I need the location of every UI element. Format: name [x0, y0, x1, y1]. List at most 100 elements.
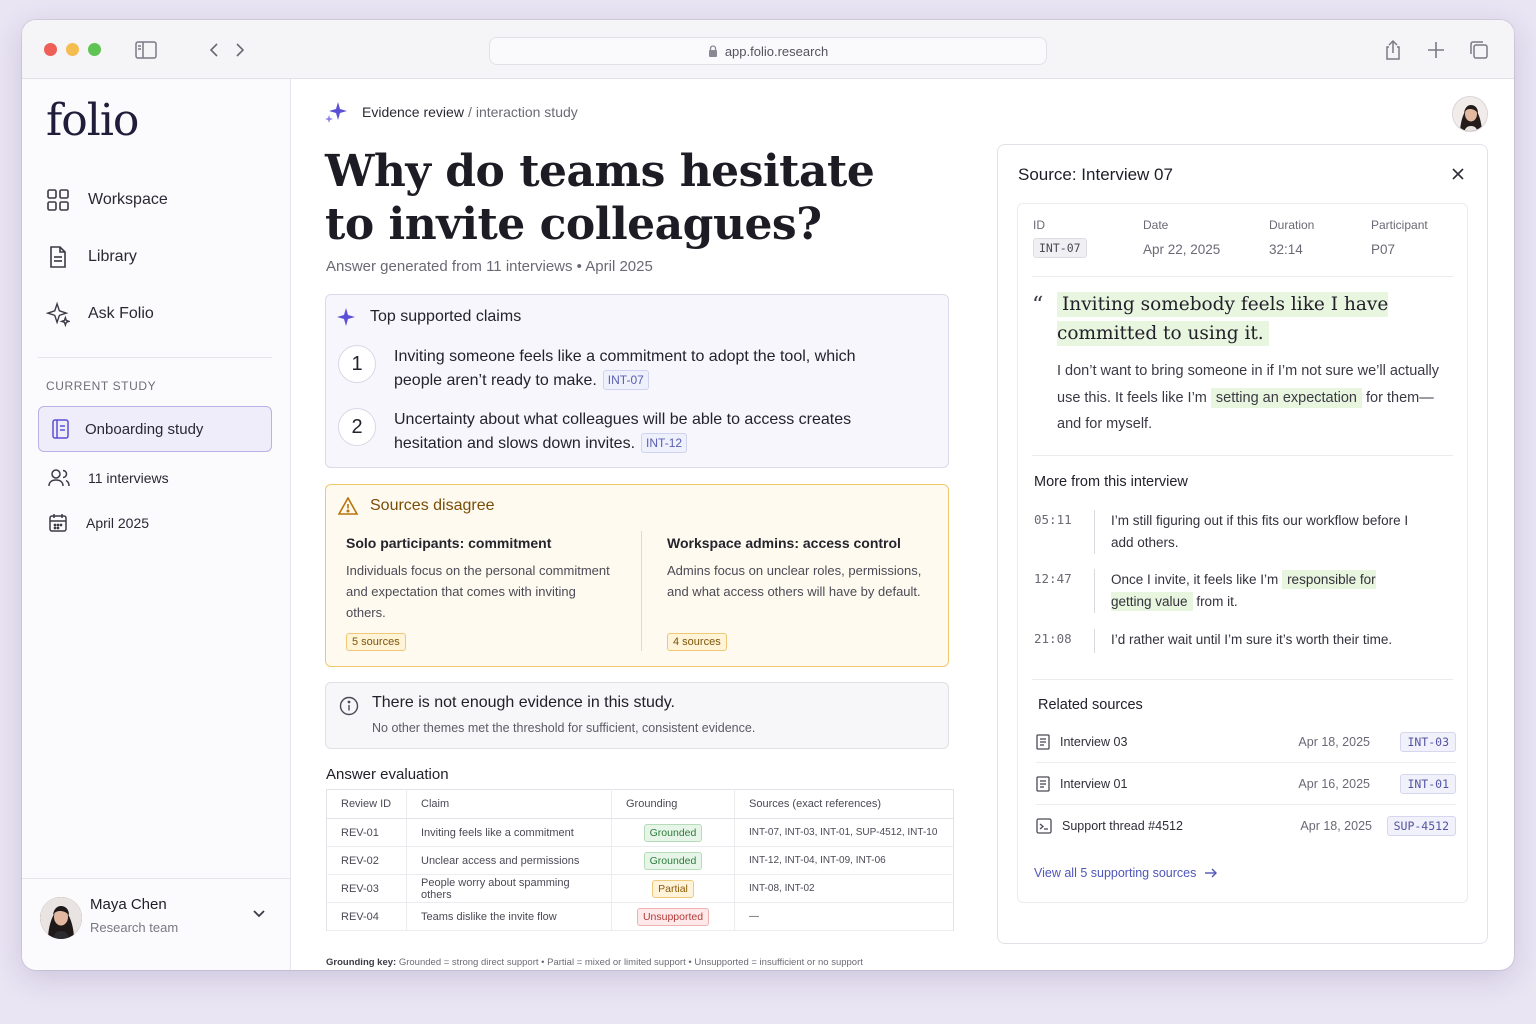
claim-ref-tag[interactable]: INT-12 [641, 433, 688, 453]
claim-text: Uncertainty about what colleagues will b… [394, 411, 852, 453]
grounding-key-label: Grounding key: [326, 957, 397, 968]
meta-label: Date [1143, 218, 1169, 232]
document-icon [50, 246, 66, 268]
related-source-date: Apr 18, 2025 [1298, 734, 1370, 749]
disagree-right-column: Workspace admins: access control Admins … [667, 535, 939, 602]
transcript-excerpt[interactable]: 12:47 Once I invite, it feels like I’m r… [1034, 569, 1454, 613]
profile-avatar[interactable] [1452, 96, 1488, 132]
related-source-tag[interactable]: INT-01 [1400, 773, 1456, 794]
view-all-sources-link[interactable]: View all 5 supporting sources [1034, 866, 1218, 880]
document-icon [1036, 733, 1050, 750]
new-tab-icon[interactable] [1424, 38, 1448, 62]
disagree-divider [641, 531, 642, 651]
view-all-label: View all 5 supporting sources [1034, 866, 1197, 880]
right-sources-badge[interactable]: 4 sources [667, 633, 727, 651]
close-window-button[interactable] [44, 43, 57, 56]
study-date: April 2025 [48, 513, 149, 533]
quote-context: I don’t want to bring someone in if I’m … [1057, 363, 1440, 432]
current-study-button[interactable]: Onboarding study [38, 406, 272, 452]
disagree-left-title: Solo participants: commitment [346, 535, 552, 551]
title-bar: app.folio.research [22, 20, 1514, 79]
tabs-overview-icon[interactable] [1467, 38, 1491, 62]
maximize-window-button[interactable] [88, 43, 101, 56]
nav-ask-folio[interactable]: Ask Folio [44, 294, 270, 334]
disagree-right-title: Workspace admins: access control [667, 535, 901, 551]
interview-participant: P07 [1371, 242, 1396, 257]
evaluation-table: Review ID Claim Grounding Sources (exact… [326, 789, 954, 931]
nav-ask-folio-label: Ask Folio [88, 305, 154, 322]
table-row[interactable]: REV-03 People worry about spamming other… [326, 874, 954, 903]
no-evidence-heading: There is not enough evidence in this stu… [372, 694, 675, 711]
minimize-window-button[interactable] [66, 43, 79, 56]
not-enough-evidence-card: There is not enough evidence in this stu… [325, 682, 949, 749]
review-id: REV-01 [326, 818, 407, 847]
no-evidence-text: No other themes met the threshold for su… [372, 721, 756, 735]
nav-workspace[interactable]: Workspace [44, 180, 270, 220]
review-id: REV-04 [326, 902, 407, 931]
review-claim: People worry about spamming others [406, 874, 612, 903]
related-source-row[interactable]: Support thread #4512 Apr 18, 2025 SUP-45… [1036, 805, 1456, 847]
related-source-tag[interactable]: SUP-4512 [1386, 816, 1456, 836]
left-sources-badge[interactable]: 5 sources [346, 633, 406, 651]
answer-subtitle: Answer generated from 11 interviews • Ap… [326, 258, 653, 275]
people-icon [48, 469, 70, 487]
claim-number: 1 [338, 345, 376, 383]
close-icon[interactable] [1451, 167, 1465, 181]
chevron-down-icon[interactable] [252, 909, 266, 919]
interview-duration: 32:14 [1269, 242, 1303, 257]
folio-logo[interactable]: folio [46, 95, 139, 146]
table-row[interactable]: REV-01 Inviting feels like a commitment … [326, 818, 954, 847]
claim-number: 2 [338, 408, 376, 446]
grid-icon [47, 189, 69, 211]
interview-id-tag: INT-07 [1033, 238, 1087, 258]
share-icon[interactable] [1381, 38, 1405, 62]
review-id: REV-03 [326, 874, 407, 903]
back-icon[interactable] [202, 38, 226, 62]
review-sources: INT-08, INT-02 [734, 874, 954, 903]
related-source-name: Interview 03 [1060, 734, 1128, 749]
divider [1032, 679, 1453, 680]
arrow-right-icon [1205, 868, 1218, 878]
source-panel-title: Source: Interview 07 [1018, 165, 1173, 184]
highlighted-quote: Inviting somebody feels like I have comm… [1057, 292, 1389, 346]
related-source-row[interactable]: Interview 01 Apr 16, 2025 INT-01 [1036, 763, 1456, 805]
breadcrumb: Evidence review / interaction study [324, 101, 578, 123]
user-name: Maya Chen [90, 896, 167, 913]
info-icon [339, 696, 359, 716]
excerpt-text: I’m still figuring out if this fits our … [1111, 513, 1409, 550]
timestamp[interactable]: 05:11 [1034, 510, 1094, 554]
page-title: Why do teams hesitate to invite colleagu… [325, 146, 875, 250]
related-source-row[interactable]: Interview 03 Apr 18, 2025 INT-03 [1036, 721, 1456, 763]
related-source-tag[interactable]: INT-03 [1400, 731, 1456, 752]
calendar-icon [49, 514, 67, 532]
address-bar[interactable]: app.folio.research [489, 37, 1047, 65]
lock-icon [708, 45, 717, 57]
sidebar: folio Workspace Library Ask Folio CURREN… [22, 79, 291, 970]
breadcrumb-section[interactable]: Evidence review [362, 104, 464, 120]
meta-label: Participant [1371, 218, 1428, 232]
table-row[interactable]: REV-04 Teams dislike the invite flow Uns… [326, 902, 954, 931]
user-menu[interactable]: Maya Chen Research team [22, 878, 290, 970]
sparkle-icon [46, 301, 70, 327]
nav-library[interactable]: Library [44, 237, 270, 277]
chat-thread-icon [1036, 818, 1052, 834]
table-row[interactable]: REV-02 Unclear access and permissions Gr… [326, 846, 954, 875]
timestamp[interactable]: 21:08 [1034, 629, 1094, 653]
forward-icon[interactable] [228, 38, 252, 62]
grounding-key: Grounding key: Grounded = strong direct … [326, 957, 863, 968]
column-header: Grounding [611, 789, 735, 819]
related-source-date: Apr 16, 2025 [1298, 776, 1370, 791]
timestamp[interactable]: 12:47 [1034, 569, 1094, 613]
document-icon [1036, 775, 1050, 792]
transcript-excerpt[interactable]: 21:08 I’d rather wait until I’m sure it’… [1034, 629, 1454, 653]
sidebar-toggle-icon[interactable] [134, 38, 158, 62]
divider [1032, 455, 1453, 456]
grounding-badge: Unsupported [636, 907, 710, 926]
grounding-badge: Grounded [643, 851, 703, 870]
breadcrumb-separator: / [467, 104, 472, 120]
transcript-excerpt[interactable]: 05:11 I’m still figuring out if this fit… [1034, 510, 1454, 554]
related-source-name: Interview 01 [1060, 776, 1128, 791]
claim-ref-tag[interactable]: INT-07 [602, 370, 649, 390]
browser-window: app.folio.research folio Workspace Libra… [22, 20, 1514, 970]
main-content: Evidence review / interaction study Why … [292, 79, 987, 970]
